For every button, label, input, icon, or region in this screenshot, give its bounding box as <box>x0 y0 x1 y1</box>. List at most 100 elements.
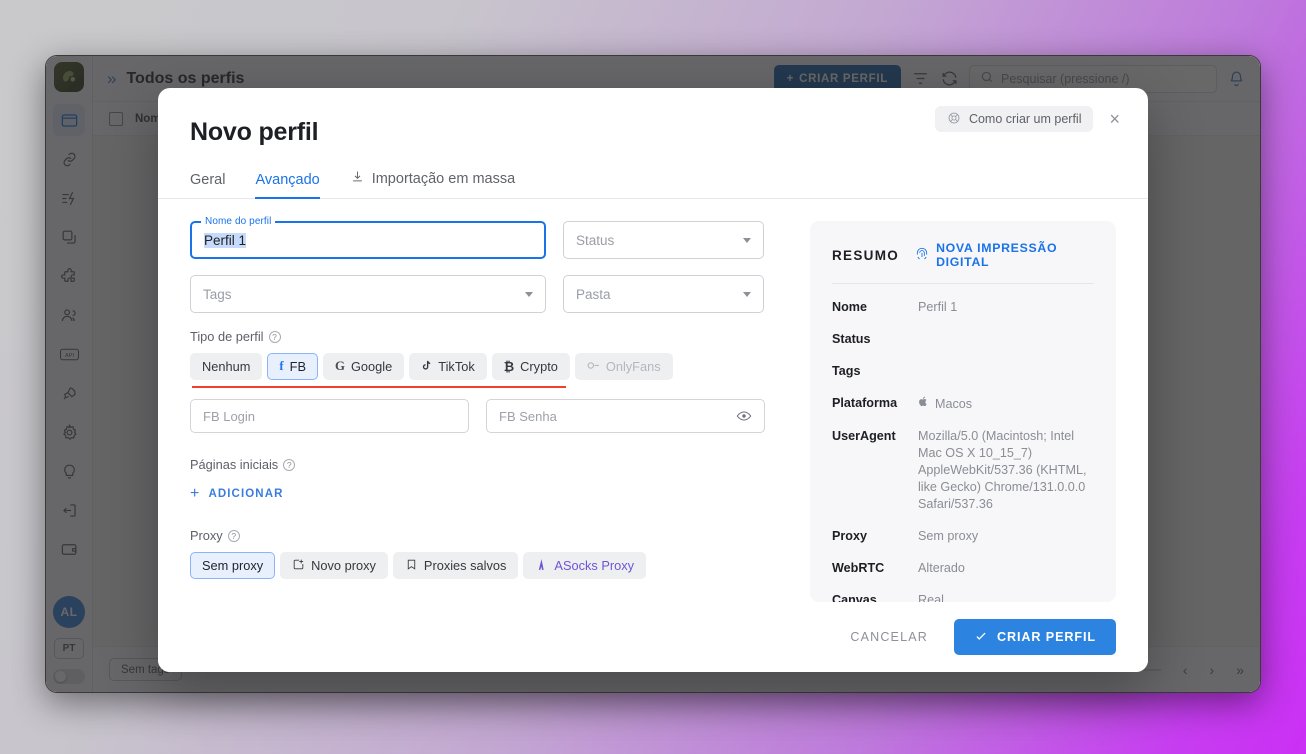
download-icon <box>350 169 365 188</box>
new-fingerprint-label: NOVA IMPRESSÃO DIGITAL <box>936 241 1058 269</box>
summary-key: Tags <box>832 364 861 378</box>
bookmark-icon <box>405 558 418 574</box>
profile-type-tiktok[interactable]: TikTok <box>409 353 487 380</box>
profile-type-options: Nenhum f FB G Google TikTok ₿ Crypto Onl… <box>190 353 788 388</box>
summary-key: Nome <box>832 300 867 314</box>
dialog-footer: CANCELAR CRIAR PERFIL <box>158 602 1148 672</box>
how-to-create-profile-label: Como criar um perfil <box>968 112 1082 126</box>
profile-type-google-label: Google <box>350 359 393 374</box>
proxy-asocks-label: ASocks Proxy <box>554 558 635 573</box>
proxy-proxies-salvos-label: Proxies salvos <box>423 558 507 573</box>
proxy-sem-proxy[interactable]: Sem proxy <box>190 552 276 579</box>
dialog-header: Novo perfil Como criar um perfil × <box>158 88 1148 147</box>
proxy-novo-proxy-label: Novo proxy <box>311 558 376 573</box>
tiktok-icon <box>421 359 432 374</box>
check-icon <box>974 629 988 646</box>
profile-type-onlyfans-label: OnlyFans <box>605 359 661 374</box>
tags-placeholder: Tags <box>203 286 232 302</box>
question-icon[interactable]: ? <box>268 330 281 343</box>
start-pages-label-row: Páginas iniciais ? <box>190 457 788 472</box>
summary-value: Sem proxy <box>918 529 979 543</box>
summary-row-status: Status <box>832 331 1094 348</box>
tab-geral-label: Geral <box>190 172 226 188</box>
status-select[interactable]: Status <box>563 221 764 259</box>
plus-icon: + <box>190 485 201 502</box>
folder-placeholder: Pasta <box>576 286 611 302</box>
profile-type-fb-label: FB <box>289 359 306 374</box>
summary-row-tags: Tags <box>832 363 1094 380</box>
chevron-down-icon <box>743 237 751 243</box>
start-pages-label: Páginas iniciais <box>190 457 279 472</box>
summary-value: Mozilla/5.0 (Macintosh; Intel Mac OS X 1… <box>918 429 1087 511</box>
lifebuoy-icon <box>947 111 961 128</box>
fb-login-placeholder: FB Login <box>203 408 256 424</box>
profile-type-tiktok-label: TikTok <box>438 359 475 374</box>
tab-importacao-label: Importação em massa <box>371 170 516 187</box>
profile-type-fb[interactable]: f FB <box>267 353 318 380</box>
proxy-proxies-salvos[interactable]: Proxies salvos <box>392 552 519 579</box>
create-profile-button[interactable]: CRIAR PERFIL <box>954 619 1116 655</box>
profile-name-legend: Nome do perfil <box>201 216 276 227</box>
bitcoin-icon: ₿ <box>503 359 515 374</box>
proxy-label-row: Proxy ? <box>190 528 788 543</box>
question-icon[interactable]: ? <box>227 529 240 542</box>
how-to-create-profile-button[interactable]: Como criar um perfil <box>934 106 1094 132</box>
onlyfans-icon <box>587 359 600 374</box>
apple-icon <box>918 395 929 413</box>
proxy-novo-proxy[interactable]: Novo proxy <box>280 552 388 579</box>
summary-key: WebRTC <box>832 561 885 575</box>
summary-key: Canvas <box>832 593 877 602</box>
tab-geral[interactable]: Geral <box>190 172 225 198</box>
profile-type-google[interactable]: G Google <box>323 353 405 380</box>
chevron-down-icon <box>743 291 751 297</box>
profile-name-field[interactable]: Nome do perfil Perfil 1 <box>190 216 546 259</box>
summary-card: RESUMO NOVA IMPRESSÃO DIGITAL Nome Perfi… <box>810 221 1116 602</box>
profile-type-nenhum[interactable]: Nenhum <box>190 353 263 380</box>
fb-login-input[interactable]: FB Login <box>190 399 469 433</box>
eye-icon[interactable] <box>736 408 752 424</box>
create-profile-label: CRIAR PERFIL <box>997 630 1096 644</box>
profile-form: Nome do perfil Perfil 1 Status Tags Past… <box>190 216 788 602</box>
new-profile-dialog: Novo perfil Como criar um perfil × Geral… <box>158 88 1148 672</box>
add-start-page-button[interactable]: + ADICIONAR <box>190 486 788 502</box>
profile-type-label: Tipo de perfil <box>190 329 264 344</box>
summary-key: Status <box>832 332 871 346</box>
fb-password-input[interactable]: FB Senha <box>486 399 765 433</box>
profile-type-crypto-label: Crypto <box>520 359 558 374</box>
fb-credentials: FB Login FB Senha <box>190 399 788 433</box>
summary-row-plataforma: Plataforma Macos <box>832 395 1094 413</box>
summary-key: Plataforma <box>832 396 898 410</box>
tab-importacao-em-massa[interactable]: Importação em massa <box>350 169 515 198</box>
close-icon[interactable]: × <box>1103 108 1126 130</box>
summary-row-proxy: Proxy Sem proxy <box>832 528 1094 545</box>
dialog-header-actions: Como criar um perfil × <box>934 106 1126 132</box>
proxy-asocks[interactable]: ASocks Proxy <box>523 552 647 579</box>
profile-type-onlyfans: OnlyFans <box>574 353 673 380</box>
cancel-button[interactable]: CANCELAR <box>850 630 928 644</box>
asocks-icon <box>535 558 548 574</box>
summary-row-canvas: Canvas Real <box>832 592 1094 602</box>
new-proxy-icon <box>292 558 305 574</box>
fb-password-placeholder: FB Senha <box>499 408 557 424</box>
summary-key: Proxy <box>832 529 868 543</box>
summary-value: Macos <box>935 396 973 411</box>
summary-value: Perfil 1 <box>918 300 958 314</box>
summary-row-nome: Nome Perfil 1 <box>832 299 1094 316</box>
profile-type-crypto[interactable]: ₿ Crypto <box>491 353 570 380</box>
summary-header: RESUMO NOVA IMPRESSÃO DIGITAL <box>832 241 1094 284</box>
facebook-icon: f <box>279 359 284 373</box>
google-icon: G <box>335 359 345 373</box>
dialog-tabs: Geral Avançado Importação em massa <box>158 147 1148 199</box>
question-icon[interactable]: ? <box>283 458 296 471</box>
summary-row-useragent: UserAgent Mozilla/5.0 (Macintosh; Intel … <box>832 428 1094 513</box>
tags-select[interactable]: Tags <box>190 275 546 313</box>
tab-avancado[interactable]: Avançado <box>255 172 320 199</box>
summary-title: RESUMO <box>832 247 900 263</box>
summary-value: Real <box>918 593 944 602</box>
folder-select[interactable]: Pasta <box>563 275 764 313</box>
summary-value: Alterado <box>918 561 965 575</box>
proxy-label: Proxy <box>190 528 223 543</box>
status-placeholder: Status <box>576 232 615 248</box>
new-fingerprint-button[interactable]: NOVA IMPRESSÃO DIGITAL <box>915 241 1094 269</box>
form-row-2: Tags Pasta <box>190 275 788 313</box>
